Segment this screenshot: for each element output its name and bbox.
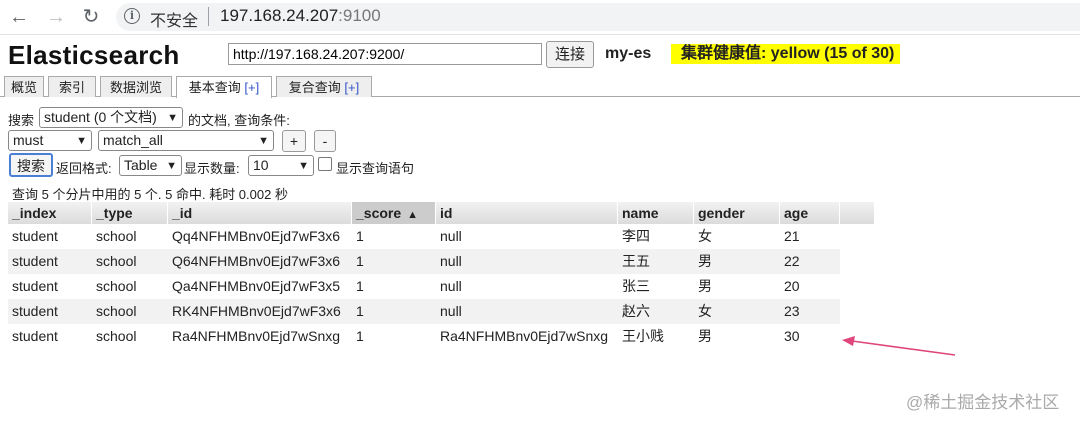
annotation-arrow-line bbox=[851, 340, 956, 356]
annotation-arrow-head bbox=[842, 336, 855, 346]
watermark: @稀土掘金技术社区 bbox=[906, 393, 1060, 412]
annotation-arrow bbox=[842, 336, 956, 356]
